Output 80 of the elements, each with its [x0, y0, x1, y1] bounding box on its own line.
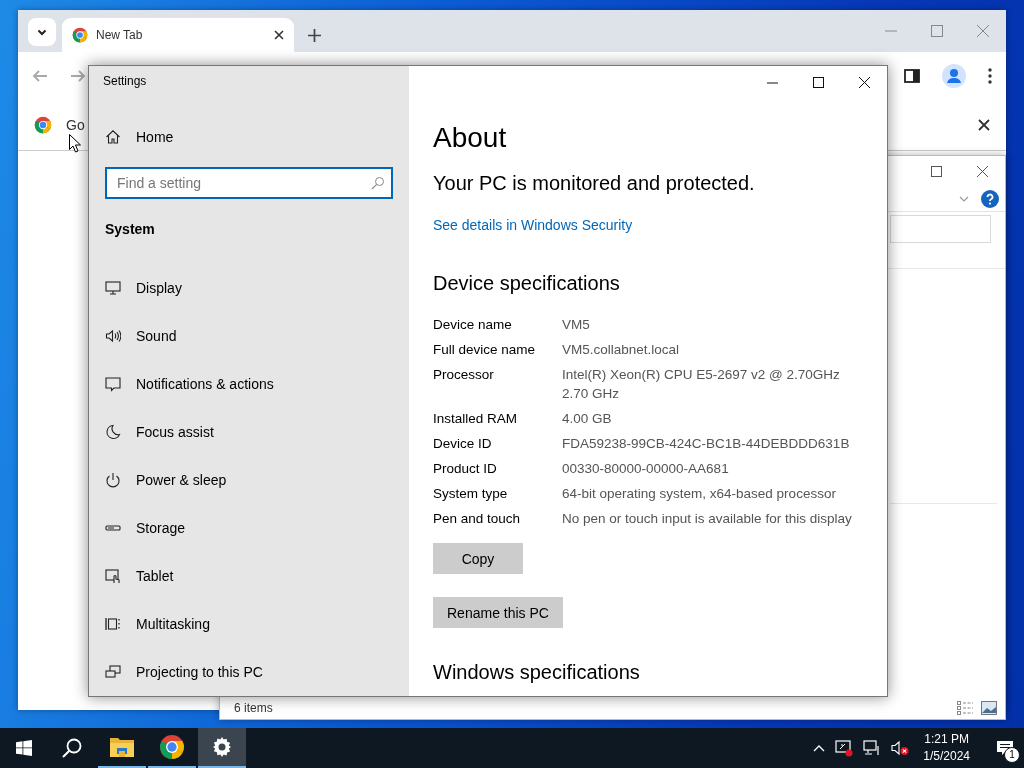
projecting-icon[interactable] [105, 664, 121, 680]
notifications-icon[interactable] [105, 376, 121, 392]
infobar-text: Go [66, 117, 85, 133]
spec-value: VM5.collabnet.local [562, 341, 680, 359]
spec-label: Pen and touch [433, 511, 521, 526]
display-icon[interactable] [105, 280, 121, 296]
spec-value: 4.00 GB [562, 410, 612, 428]
side-panel-icon[interactable] [904, 68, 920, 84]
copy-button[interactable]: Copy [433, 543, 523, 574]
close-icon[interactable] [978, 119, 990, 131]
nav-item[interactable]: Tablet [136, 568, 174, 584]
nav-item[interactable]: Home [136, 128, 174, 145]
help-icon[interactable] [981, 189, 999, 208]
remote-status-icon[interactable] [835, 739, 854, 757]
security-link[interactable]: See details in Windows Security [433, 215, 633, 235]
spec-label: Device name [433, 317, 512, 332]
windows-logo-icon[interactable] [16, 740, 32, 756]
spec-label: Processor [433, 367, 494, 382]
search-field[interactable]: Find a setting [105, 167, 393, 199]
spec-value: FDA59238-99CB-424C-BC1B-44DEBDDD631B [562, 435, 850, 453]
spec-value: No pen or touch input is available for this display [562, 510, 852, 528]
profile-icon[interactable] [942, 64, 966, 88]
large-icons-view-icon[interactable] [981, 701, 997, 715]
chrome-logo-icon [34, 116, 52, 134]
nav-item[interactable]: Sound [136, 328, 177, 344]
browser-tab[interactable]: New Tab [62, 18, 294, 52]
chrome-logo-icon [72, 27, 88, 43]
chrome-logo-icon[interactable] [159, 734, 185, 760]
volume-muted-icon[interactable] [891, 740, 910, 756]
close-icon[interactable] [976, 165, 988, 177]
spec-label: Product ID [433, 461, 497, 476]
new-tab-icon[interactable] [308, 29, 321, 42]
taskbar-button[interactable] [198, 728, 246, 768]
spec-value: 00330-80000-00000-AA681 [562, 460, 729, 478]
mouse-cursor-icon [69, 134, 81, 153]
home-icon[interactable] [105, 128, 121, 145]
gear-icon[interactable] [212, 737, 232, 757]
rename-button[interactable]: Rename this PC [433, 597, 563, 628]
tablet-icon[interactable] [105, 568, 121, 584]
nav-item[interactable]: Storage [136, 520, 186, 536]
nav-item[interactable]: Notifications & actions [136, 376, 274, 392]
focus-icon[interactable] [105, 424, 121, 440]
spec-label: Device ID [433, 436, 492, 451]
spec-value: VM5 [562, 316, 590, 334]
search-icon[interactable] [62, 738, 82, 758]
details-view-icon[interactable] [957, 701, 973, 715]
spec-label: Full device name [433, 342, 536, 357]
status-text: 6 items [234, 701, 273, 715]
page-title: About [433, 121, 508, 155]
chevron-up-icon[interactable] [813, 744, 826, 752]
close-icon[interactable] [858, 76, 870, 88]
nav-item[interactable]: Focus assist [136, 424, 214, 440]
forward-arrow-icon[interactable] [70, 68, 86, 84]
nav-item[interactable]: Power & sleep [136, 472, 227, 488]
menu-icon[interactable] [988, 68, 992, 84]
network-icon[interactable] [863, 740, 882, 756]
window-title: Settings [103, 74, 147, 89]
spec-value: 64-bit operating system, x64-based processor [562, 485, 836, 503]
section-heading: Device specifications [433, 271, 621, 296]
clock[interactable]: 1:21 PM 1/5/2024 [923, 731, 970, 765]
sound-icon[interactable] [105, 328, 121, 344]
close-icon[interactable] [274, 30, 284, 40]
power-icon[interactable] [105, 472, 121, 488]
tab-search-button[interactable] [28, 18, 56, 46]
chevron-down-icon[interactable] [959, 195, 969, 202]
spec-label: System type [433, 486, 508, 501]
spec-value: 2.70 GHz [562, 385, 621, 403]
multitasking-icon[interactable] [105, 616, 121, 632]
nav-item[interactable]: Multitasking [136, 616, 210, 632]
spec-label: Installed RAM [433, 411, 518, 426]
spec-value: Intel(R) Xeon(R) CPU E5-2697 v2 @ 2.70GHz [562, 366, 840, 384]
notification-badge: 1 [1004, 747, 1020, 763]
folder-icon[interactable] [109, 735, 135, 759]
nav-item[interactable]: Display [136, 280, 182, 296]
maximize-icon[interactable] [930, 165, 942, 177]
maximize-icon[interactable] [812, 76, 824, 88]
section-heading: Windows specifications [433, 660, 641, 685]
nav-item[interactable]: Projecting to this PC [136, 664, 263, 680]
protection-status: Your PC is monitored and protected. [433, 171, 756, 196]
section-title: System [105, 221, 155, 237]
